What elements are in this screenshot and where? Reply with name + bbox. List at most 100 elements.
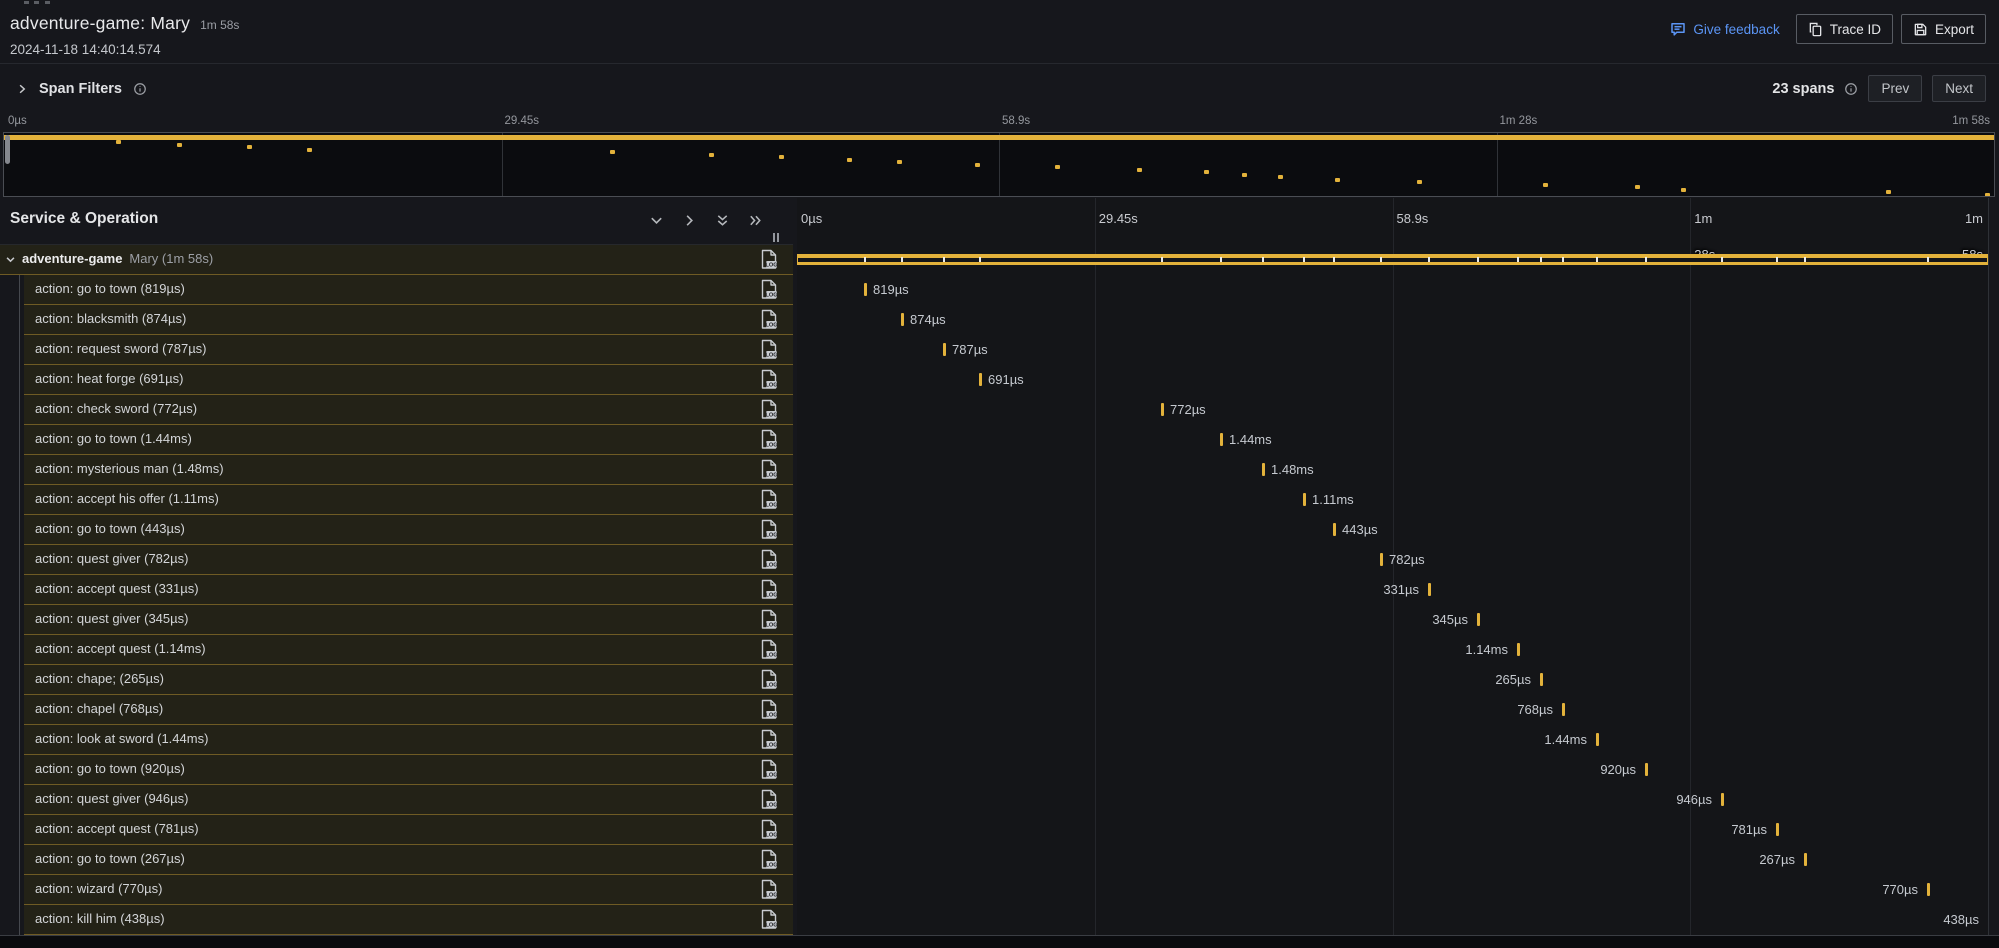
span-row-name[interactable]: action: heat forge (691µs)LOG <box>24 365 793 395</box>
span-logs-button[interactable]: LOG <box>761 459 785 482</box>
span-bar[interactable] <box>1562 703 1565 716</box>
span-row-timeline[interactable]: 782µs <box>797 545 1988 575</box>
collapse-one-icon[interactable] <box>649 213 664 228</box>
span-row-timeline[interactable]: 1.44ms <box>797 425 1988 455</box>
span-filters-toggle[interactable]: Span Filters <box>16 64 147 113</box>
span-row-name[interactable]: action: go to town (1.44ms)LOG <box>24 425 793 455</box>
span-bar[interactable] <box>1804 853 1807 866</box>
span-logs-button[interactable]: LOG <box>761 369 785 392</box>
span-row-name[interactable]: action: accept quest (1.14ms)LOG <box>24 635 793 665</box>
span-row-timeline[interactable]: 874µs <box>797 305 1988 335</box>
column-resize-handle[interactable] <box>773 233 779 242</box>
span-row-timeline[interactable]: 1.14ms <box>797 635 1988 665</box>
span-logs-button[interactable]: LOG <box>761 669 785 692</box>
span-row-timeline[interactable]: 1.11ms <box>797 485 1988 515</box>
span-row-name[interactable]: action: chapel (768µs)LOG <box>24 695 793 725</box>
prev-span-button[interactable]: Prev <box>1868 75 1922 102</box>
span-row-timeline[interactable]: 770µs <box>797 875 1988 905</box>
span-bar[interactable] <box>1477 613 1480 626</box>
span-bar[interactable] <box>1596 733 1599 746</box>
span-logs-button[interactable]: LOG <box>761 279 785 302</box>
span-bar[interactable] <box>1303 493 1306 506</box>
span-row-timeline[interactable]: 345µs <box>797 605 1988 635</box>
span-logs-button[interactable]: LOG <box>761 249 785 272</box>
span-bar[interactable] <box>1262 463 1265 476</box>
span-row-name[interactable]: action: blacksmith (874µs)LOG <box>24 305 793 335</box>
span-logs-button[interactable]: LOG <box>761 759 785 782</box>
root-span-bar[interactable] <box>797 254 1988 265</box>
span-logs-button[interactable]: LOG <box>761 489 785 512</box>
expand-all-icon[interactable] <box>748 213 763 228</box>
span-row-name[interactable]: action: go to town (920µs)LOG <box>24 755 793 785</box>
span-row-timeline[interactable] <box>797 245 1988 275</box>
span-row-timeline[interactable]: 787µs <box>797 335 1988 365</box>
span-logs-button[interactable]: LOG <box>761 429 785 452</box>
span-bar[interactable] <box>1776 823 1779 836</box>
span-row-timeline[interactable]: 438µs <box>797 905 1988 935</box>
expand-one-icon[interactable] <box>682 213 697 228</box>
span-row-name[interactable]: action: accept quest (331µs)LOG <box>24 575 793 605</box>
span-bar[interactable] <box>1380 553 1383 566</box>
collapse-all-icon[interactable] <box>715 213 730 228</box>
span-bar[interactable] <box>1721 793 1724 806</box>
span-row-name[interactable]: action: quest giver (946µs)LOG <box>24 785 793 815</box>
span-logs-button[interactable]: LOG <box>761 339 785 362</box>
span-row-name[interactable]: action: look at sword (1.44ms)LOG <box>24 725 793 755</box>
span-bar[interactable] <box>901 313 904 326</box>
span-logs-button[interactable]: LOG <box>761 579 785 602</box>
span-logs-button[interactable]: LOG <box>761 549 785 572</box>
span-row-timeline[interactable]: 691µs <box>797 365 1988 395</box>
span-row-name[interactable]: action: quest giver (782µs)LOG <box>24 545 793 575</box>
span-bar[interactable] <box>864 283 867 296</box>
span-bar[interactable] <box>1540 673 1543 686</box>
span-row-name[interactable]: action: wizard (770µs)LOG <box>24 875 793 905</box>
span-bar[interactable] <box>979 373 982 386</box>
span-row-name[interactable]: action: quest giver (345µs)LOG <box>24 605 793 635</box>
span-logs-button[interactable]: LOG <box>761 639 785 662</box>
span-row-timeline[interactable]: 781µs <box>797 815 1988 845</box>
span-logs-button[interactable]: LOG <box>761 789 785 812</box>
span-row-timeline[interactable]: 1.44ms <box>797 725 1988 755</box>
span-row-name[interactable]: action: accept quest (781µs)LOG <box>24 815 793 845</box>
span-row-name[interactable]: action: request sword (787µs)LOG <box>24 335 793 365</box>
span-bar[interactable] <box>1333 523 1336 536</box>
span-bar[interactable] <box>1428 583 1431 596</box>
give-feedback-link[interactable]: Give feedback <box>1670 21 1779 37</box>
span-bar[interactable] <box>1161 403 1164 416</box>
span-bar[interactable] <box>1645 763 1648 776</box>
span-row-timeline[interactable]: 920µs <box>797 755 1988 785</box>
next-span-button[interactable]: Next <box>1932 75 1986 102</box>
span-row-timeline[interactable]: 331µs <box>797 575 1988 605</box>
span-row-name[interactable]: action: chape; (265µs)LOG <box>24 665 793 695</box>
span-logs-button[interactable]: LOG <box>761 309 785 332</box>
trace-id-button[interactable]: Trace ID <box>1796 14 1893 44</box>
info-icon[interactable] <box>1844 82 1858 96</box>
span-logs-button[interactable]: LOG <box>761 609 785 632</box>
span-row-timeline[interactable]: 443µs <box>797 515 1988 545</box>
span-bar[interactable] <box>1927 883 1930 896</box>
info-icon[interactable] <box>133 82 147 96</box>
chevron-down-icon[interactable] <box>5 254 16 265</box>
span-row-name[interactable]: adventure-gameMary (1m 58s)LOG <box>0 245 793 275</box>
span-row-timeline[interactable]: 768µs <box>797 695 1988 725</box>
span-logs-button[interactable]: LOG <box>761 879 785 902</box>
span-bar[interactable] <box>1220 433 1223 446</box>
span-logs-button[interactable]: LOG <box>761 849 785 872</box>
span-row-name[interactable]: action: check sword (772µs)LOG <box>24 395 793 425</box>
span-logs-button[interactable]: LOG <box>761 699 785 722</box>
span-row-name[interactable]: action: go to town (443µs)LOG <box>24 515 793 545</box>
timeline-minimap[interactable] <box>3 132 1995 197</box>
span-logs-button[interactable]: LOG <box>761 729 785 752</box>
span-row-timeline[interactable]: 819µs <box>797 275 1988 305</box>
span-row-timeline[interactable]: 265µs <box>797 665 1988 695</box>
span-logs-button[interactable]: LOG <box>761 399 785 422</box>
span-row-name[interactable]: action: kill him (438µs)LOG <box>24 905 793 935</box>
minimap-viewport-handle[interactable] <box>5 135 10 164</box>
span-logs-button[interactable]: LOG <box>761 819 785 842</box>
span-row-name[interactable]: action: go to town (819µs)LOG <box>24 275 793 305</box>
span-row-name[interactable]: action: go to town (267µs)LOG <box>24 845 793 875</box>
span-row-timeline[interactable]: 1.48ms <box>797 455 1988 485</box>
span-row-timeline[interactable]: 267µs <box>797 845 1988 875</box>
span-row-name[interactable]: action: accept his offer (1.11ms)LOG <box>24 485 793 515</box>
span-row-timeline[interactable]: 772µs <box>797 395 1988 425</box>
